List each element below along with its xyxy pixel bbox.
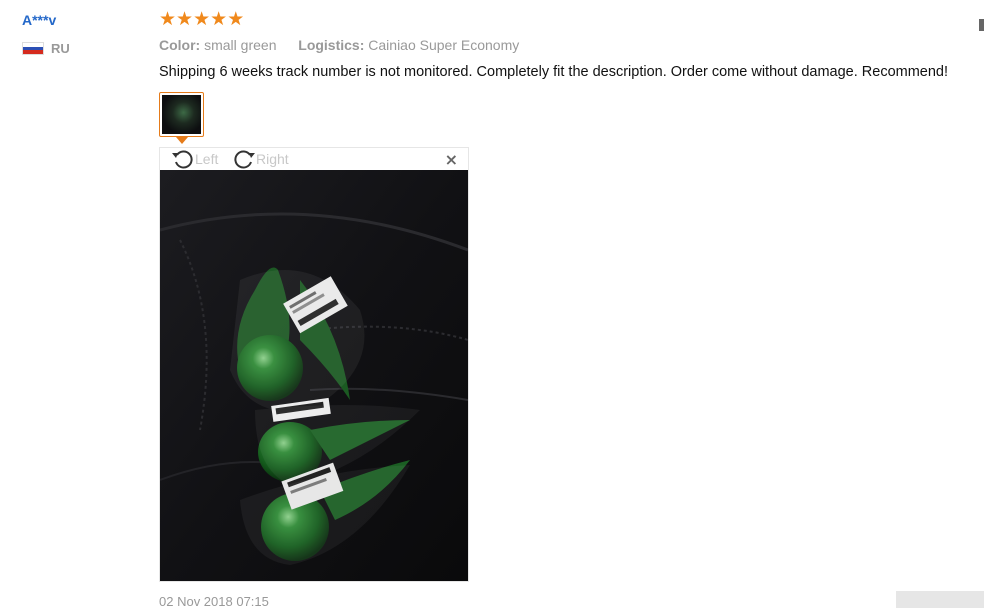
review-photo-thumbnail[interactable]: [159, 92, 204, 137]
star-icon: ★: [210, 8, 228, 30]
thumbnail-image: [162, 95, 201, 134]
photo-viewer: Left Right ×: [159, 147, 469, 582]
country-code: RU: [51, 41, 70, 56]
rotate-right-label: Right: [256, 151, 289, 167]
rotate-right-icon: [234, 150, 255, 169]
star-icon: ★: [176, 8, 194, 30]
review-timestamp: 02 Nov 2018 07:15: [159, 594, 269, 609]
rotate-left-icon: [172, 150, 193, 169]
reviewer-country: RU: [22, 41, 70, 56]
star-rating: ★ ★ ★ ★ ★: [159, 10, 244, 29]
reviewer-name[interactable]: A***v: [22, 12, 56, 28]
color-label: Color:: [159, 37, 201, 53]
viewer-toolbar: Left Right ×: [160, 148, 468, 170]
rotate-left-button[interactable]: Left: [171, 149, 218, 169]
review-text: Shipping 6 weeks track number is not mon…: [159, 64, 949, 80]
review-photo: [160, 170, 468, 581]
star-icon: ★: [159, 8, 177, 30]
star-icon: ★: [193, 8, 211, 30]
logistics-value: Cainiao Super Economy: [368, 37, 520, 53]
color-value: small green: [204, 37, 277, 53]
logistics-label: Logistics:: [298, 37, 365, 53]
rotate-left-label: Left: [195, 151, 219, 167]
star-icon: ★: [227, 8, 245, 30]
edge-marker: [979, 19, 984, 31]
order-attributes: Color: small green Logistics: Cainiao Su…: [159, 37, 519, 53]
thumbnail-pointer: [176, 137, 188, 144]
russia-flag-icon: [22, 42, 44, 55]
helpful-button[interactable]: [896, 591, 984, 608]
close-icon[interactable]: ×: [445, 150, 458, 170]
rotate-right-button[interactable]: Right: [232, 149, 289, 169]
